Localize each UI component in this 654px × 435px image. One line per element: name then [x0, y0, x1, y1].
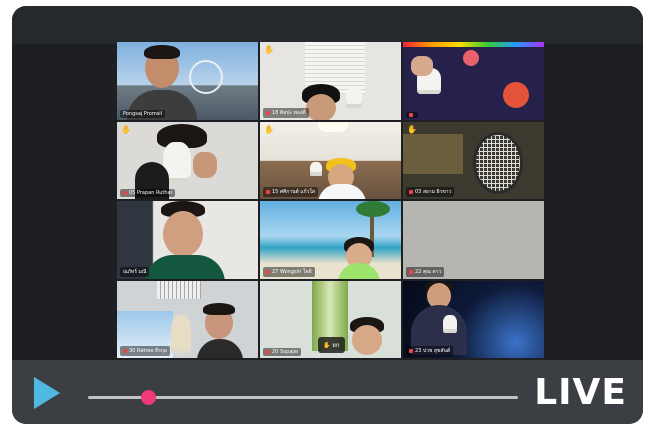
- participant-tile: ✋ 05 Prapan Ruthai: [117, 121, 258, 199]
- decor-blob: [463, 50, 479, 66]
- participant-grid: Pongsaj Promsil ✋ 18 ศิลปะ ทองดี ✋ 05 Pr…: [117, 42, 544, 360]
- mic-muted-icon: [123, 349, 127, 353]
- participant-tile: ✋ ยก 20 Sopajai: [260, 280, 401, 358]
- video-player: Pongsaj Promsil ✋ 18 ศิลปะ ทองดี ✋ 05 Pr…: [12, 6, 643, 424]
- participant-name: 22 คุณ ดาว: [406, 266, 445, 277]
- participant-tile: 23 ปวช สุขสันต์: [403, 280, 544, 358]
- participant-face: [163, 211, 203, 257]
- participant-tile: ณภัทร์ มณี: [117, 201, 258, 279]
- participant-name: 23 ปวช สุขสันต์: [406, 346, 454, 356]
- raise-hand-icon: ✋: [264, 124, 274, 134]
- shuttlecock: [346, 86, 362, 108]
- progress-knob[interactable]: [140, 390, 156, 405]
- mic-muted-icon: [409, 349, 413, 353]
- mic-muted-icon: [266, 110, 270, 115]
- hand-shape: [193, 151, 217, 178]
- participant-body: [318, 183, 366, 199]
- ceiling-vent: [157, 280, 201, 299]
- participant-tile: ✋ 03 สยาม ผิวขาว: [403, 121, 544, 199]
- shuttlecock: [443, 314, 457, 333]
- participant-hair: [144, 45, 180, 59]
- raise-hand-icon: ✋: [264, 45, 274, 54]
- participant-name: 05 Prapan Ruthai: [120, 189, 175, 197]
- participant-name: 20 Sopajai: [263, 348, 302, 356]
- participant-name: ณภัทร์ มณี: [120, 266, 150, 277]
- mic-muted-icon: [266, 190, 270, 194]
- participant-name: 15 ศศิกานต์ แก้วใส: [263, 187, 318, 197]
- participant-name: 30 Ratree ธีรกุล: [120, 346, 170, 356]
- shuttlecock: [171, 314, 191, 355]
- participant-body: [145, 255, 225, 279]
- mic-muted-icon: [409, 190, 413, 194]
- participant-body: [197, 338, 243, 358]
- playback-controls: LIVE: [12, 360, 643, 424]
- play-icon[interactable]: [34, 377, 60, 409]
- mic-muted-icon: [409, 112, 413, 117]
- participant-name: 27 Wongsiri ใจดี: [263, 266, 315, 277]
- mic-muted-icon: [123, 191, 127, 195]
- participant-hair: [203, 302, 235, 315]
- raise-hand-badge: ✋ ยก: [318, 336, 345, 353]
- participant-name: 18 ศิลปะ ทองดี: [263, 107, 309, 118]
- top-bar: [12, 6, 643, 44]
- participant-tile: ✋ 18 ศิลปะ ทองดี: [260, 42, 401, 120]
- mic-muted-icon: [266, 269, 270, 274]
- mic-muted-icon: [409, 269, 413, 274]
- decor-blob: [503, 82, 529, 108]
- raise-hand-icon: ✋: [323, 341, 331, 349]
- hand-shape: [411, 56, 433, 76]
- participant-tile: 30 Ratree ธีรกุล: [117, 280, 258, 358]
- participant-face: [352, 324, 382, 355]
- ceiling-lamp: [318, 121, 348, 132]
- participant-tile: 22 คุณ ดาว: [403, 201, 544, 279]
- rainbow-strip: [403, 42, 544, 47]
- participant-tile: ✋ 15 ศศิกานต์ แก้วใส: [260, 121, 401, 199]
- shuttlecock: [310, 161, 322, 176]
- raise-hand-icon: ✋: [407, 124, 417, 134]
- participant-face: [306, 94, 336, 120]
- participant-tile: 27 Wongsiri ใจดี: [260, 201, 401, 279]
- participant-tile: [403, 42, 544, 120]
- ferris-wheel: [189, 60, 223, 94]
- raise-hand-icon: ✋: [121, 124, 131, 134]
- participant-name: [406, 111, 418, 118]
- participant-body: [338, 263, 380, 279]
- mic-muted-icon: [266, 350, 270, 354]
- live-label: LIVE: [534, 372, 627, 413]
- shelf: [403, 133, 463, 174]
- participant-name: 03 สยาม ผิวขาว: [406, 187, 455, 197]
- badminton-racket: [473, 131, 523, 194]
- participant-name: Pongsaj Promsil: [120, 109, 166, 118]
- participant-tile: Pongsaj Promsil: [117, 42, 258, 120]
- palm-leaves: [356, 201, 390, 217]
